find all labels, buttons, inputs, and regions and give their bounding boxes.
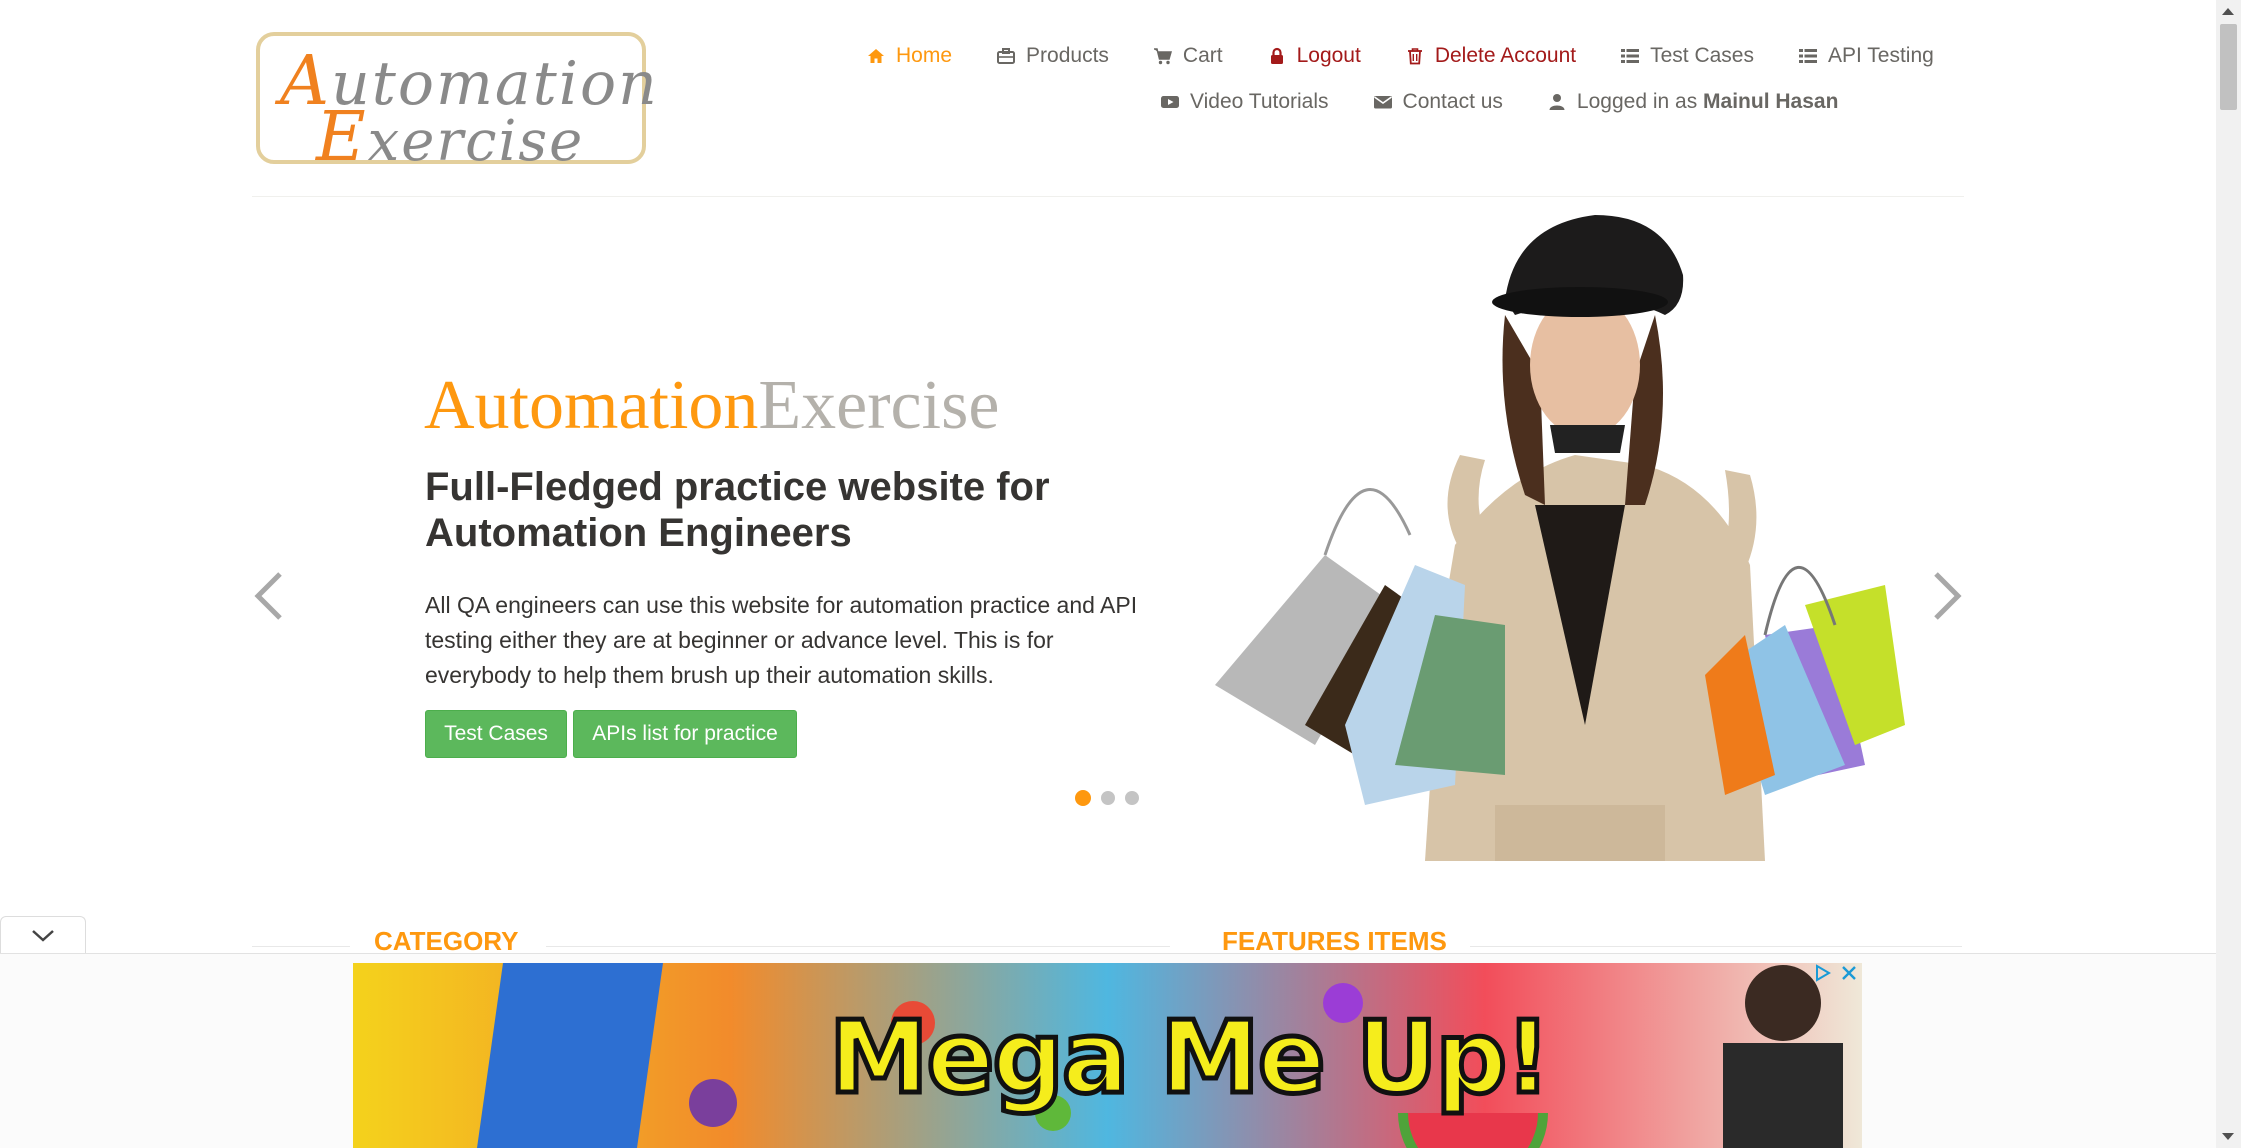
hero-test-cases-button[interactable]: Test Cases (425, 710, 567, 758)
category-divider-left (252, 946, 350, 947)
main-nav-row-1: Home Products Cart Logout Delete Account… (866, 44, 1934, 68)
ad-banner[interactable]: Mega Me Up! (353, 963, 1862, 1148)
header-divider (252, 196, 1964, 197)
nav-api-testing[interactable]: API Testing (1798, 44, 1934, 68)
lock-icon (1267, 46, 1287, 66)
logged-in-username: Mainul Hasan (1703, 90, 1839, 113)
ad-controls (1814, 964, 1858, 982)
adchoices-icon[interactable] (1814, 964, 1832, 982)
nav-test-cases[interactable]: Test Cases (1620, 44, 1754, 68)
slider-dot-2[interactable] (1101, 791, 1115, 805)
hero-apis-list-button[interactable]: APIs list for practice (573, 710, 797, 758)
slider-dot-1[interactable] (1075, 790, 1091, 806)
scroll-up-arrow-icon[interactable] (2222, 8, 2234, 15)
scroll-down-arrow-icon[interactable] (2222, 1133, 2234, 1140)
nav-contact-us[interactable]: Contact us (1373, 90, 1503, 114)
hero-model-image (1215, 215, 1905, 861)
youtube-play-icon (1160, 92, 1180, 112)
nav-logout[interactable]: Logout (1267, 44, 1361, 68)
trash-icon (1405, 46, 1425, 66)
hero-heading: Full-Fledged practice website for Automa… (425, 465, 1050, 555)
main-nav-row-2: Video Tutorials Contact us Logged in as … (1160, 90, 1838, 114)
nav-video-tutorials[interactable]: Video Tutorials (1160, 90, 1329, 114)
nav-delete-account[interactable]: Delete Account (1405, 44, 1576, 68)
slider-indicators (1075, 790, 1139, 806)
home-icon (866, 46, 886, 66)
nav-home[interactable]: Home (866, 44, 952, 68)
chevron-down-icon (32, 929, 54, 942)
envelope-icon (1373, 92, 1393, 112)
scrollbar-thumb[interactable] (2220, 24, 2237, 110)
cart-icon (1153, 46, 1173, 66)
nav-cart[interactable]: Cart (1153, 44, 1223, 68)
page-scrollbar[interactable] (2216, 0, 2241, 1148)
logo-line-2: Exercise (316, 98, 585, 177)
hero-brand-title: AutomationExercise (424, 367, 1000, 444)
briefcase-icon (996, 46, 1016, 66)
ad-banner-text: Mega Me Up! (827, 997, 1554, 1119)
site-logo[interactable]: Automation Exercise (256, 32, 657, 177)
hero-description: All QA engineers can use this website fo… (425, 592, 1138, 688)
slider-dot-3[interactable] (1125, 791, 1139, 805)
list-icon (1620, 46, 1640, 66)
logged-in-status: Logged in as Mainul Hasan (1547, 90, 1838, 114)
chevron-left-icon (254, 572, 282, 620)
nav-products[interactable]: Products (996, 44, 1109, 68)
category-divider-right (546, 946, 1170, 947)
list-icon (1798, 46, 1818, 66)
slider-prev-button[interactable] (250, 568, 290, 624)
page: Automation Exercise Home Products Cart L… (0, 0, 2216, 1148)
ad-collapse-toggle[interactable] (0, 916, 86, 954)
features-divider-right (1470, 946, 1962, 947)
user-icon (1547, 92, 1567, 112)
close-icon[interactable] (1840, 964, 1858, 982)
